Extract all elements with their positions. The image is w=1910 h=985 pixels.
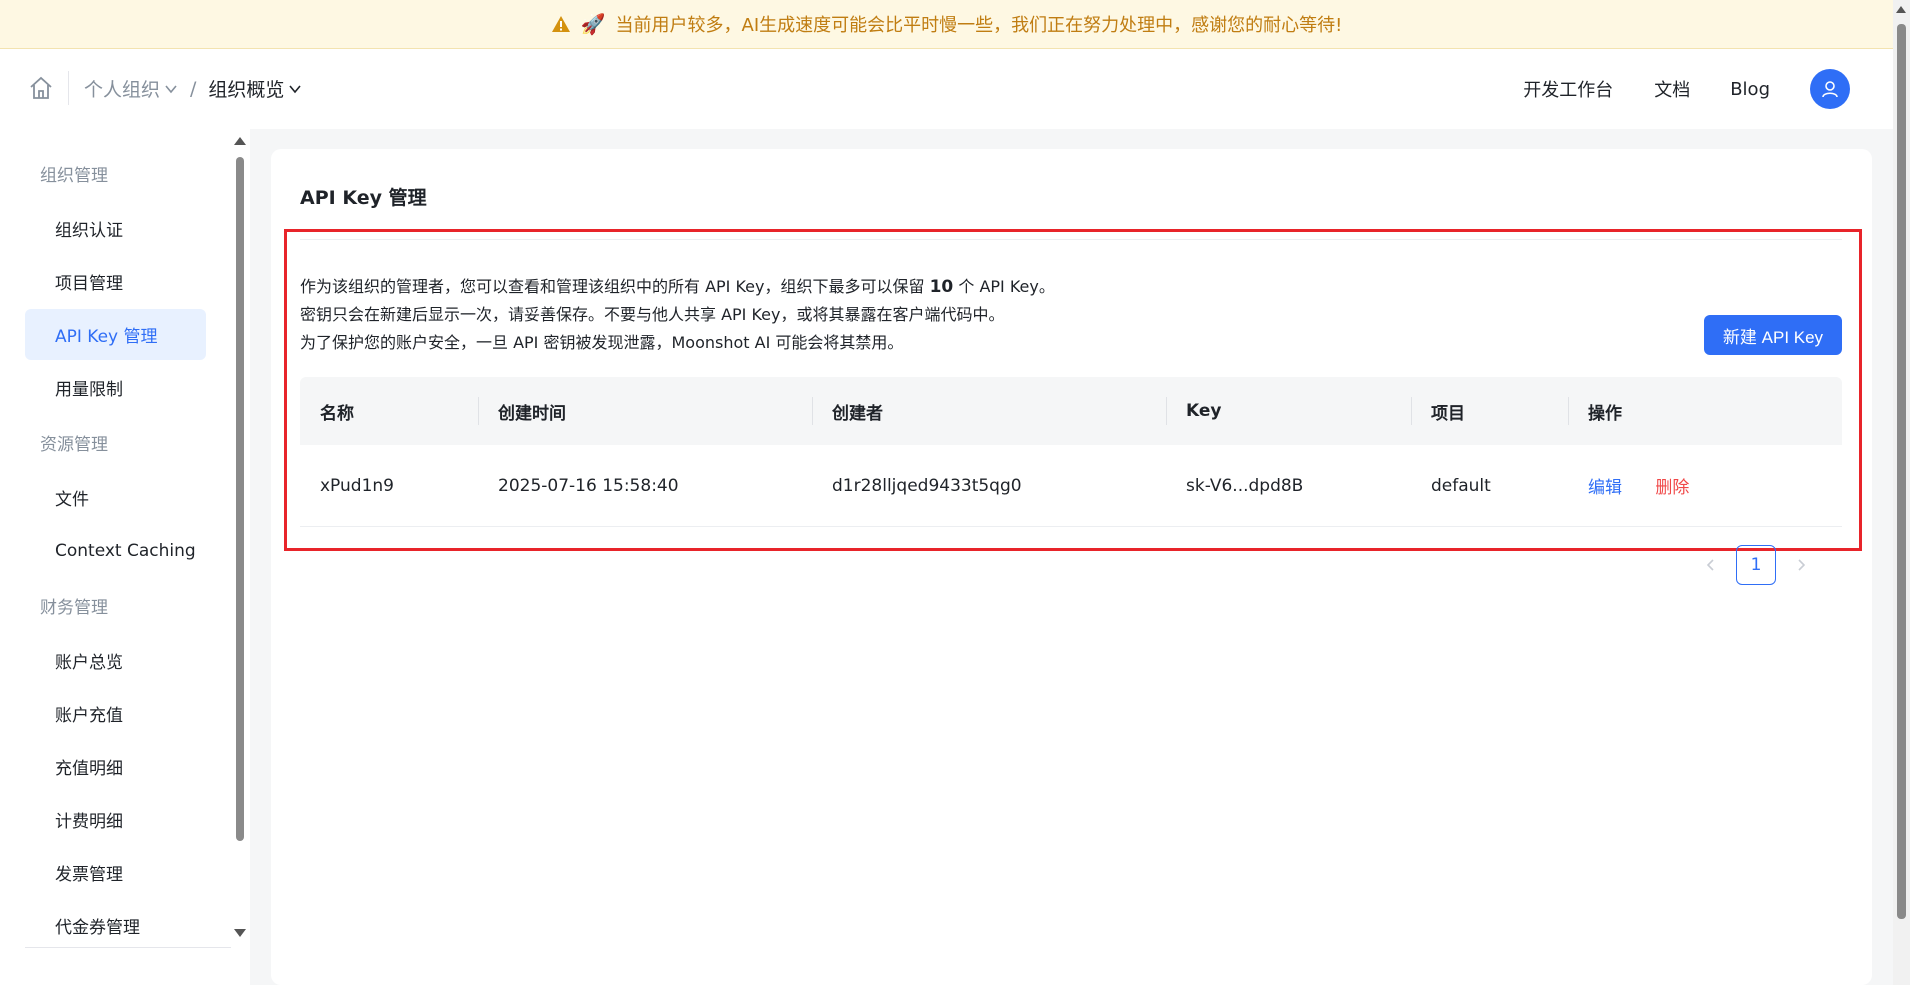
column-header-created: 创建时间 bbox=[478, 377, 812, 445]
sidebar: 组织管理 组织认证 项目管理 API Key 管理 用量限制 资源管理 文件 C… bbox=[0, 129, 250, 985]
breadcrumb: 个人组织 / 组织概览 bbox=[84, 75, 302, 102]
cell-created: 2025-07-16 15:58:40 bbox=[498, 475, 679, 496]
table-header: 名称 创建时间 创建者 Key 项目 操作 bbox=[300, 377, 1842, 445]
home-icon[interactable] bbox=[28, 75, 54, 101]
sidebar-item-invoices[interactable]: 发票管理 bbox=[25, 847, 206, 898]
api-key-table: 名称 创建时间 创建者 Key 项目 操作 xPud1n9 2025-07-16… bbox=[300, 377, 1842, 527]
nav-dev-workbench[interactable]: 开发工作台 bbox=[1523, 76, 1613, 102]
page-number-current[interactable]: 1 bbox=[1736, 545, 1776, 585]
new-api-key-button[interactable]: 新建 API Key bbox=[1704, 315, 1842, 355]
api-key-notice: 作为该组织的管理者，您可以查看和管理该组织中的所有 API Key，组织下最多可… bbox=[300, 273, 1055, 357]
notice-line-3: 为了保护您的账户安全，一旦 API 密钥被发现泄露，Moonshot AI 可能… bbox=[300, 333, 904, 352]
sidebar-scrollbar[interactable] bbox=[231, 129, 249, 949]
cell-creator: d1r28lljqed9433t5qg0 bbox=[832, 475, 1022, 496]
scroll-up-arrow-icon[interactable] bbox=[234, 137, 246, 145]
column-header-key: Key bbox=[1166, 377, 1411, 445]
cell-actions: 编辑 删除 bbox=[1568, 473, 1842, 498]
nav-docs[interactable]: 文档 bbox=[1654, 76, 1690, 102]
top-header: 个人组织 / 组织概览 开发工作台 文档 Blog bbox=[0, 49, 1893, 129]
api-key-card: API Key 管理 作为该组织的管理者，您可以查看和管理该组织中的所有 API… bbox=[271, 149, 1872, 985]
breadcrumb-org-dropdown[interactable]: 个人组织 bbox=[84, 75, 178, 102]
banner-text: 当前用户较多，AI生成速度可能会比平时慢一些，我们正在努力处理中，感谢您的耐心等… bbox=[615, 15, 1343, 36]
delete-link[interactable]: 删除 bbox=[1655, 478, 1689, 498]
scroll-up-arrow-icon[interactable] bbox=[1896, 6, 1906, 13]
scroll-down-arrow-icon[interactable] bbox=[234, 929, 246, 937]
sidebar-item-context-caching[interactable]: Context Caching bbox=[25, 525, 206, 576]
nav-blog[interactable]: Blog bbox=[1730, 79, 1770, 100]
breadcrumb-page-label: 组织概览 bbox=[208, 79, 285, 101]
sidebar-item-api-keys[interactable]: API Key 管理 bbox=[25, 309, 206, 360]
column-header-actions: 操作 bbox=[1568, 377, 1842, 445]
sidebar-group-resources: 资源管理 bbox=[40, 435, 108, 455]
sidebar-divider bbox=[25, 947, 231, 948]
column-header-name: 名称 bbox=[320, 403, 354, 424]
chevron-down-icon bbox=[165, 84, 177, 93]
sidebar-item-account-overview[interactable]: 账户总览 bbox=[25, 635, 206, 686]
user-icon bbox=[1822, 81, 1838, 98]
sidebar-item-org-verify[interactable]: 组织认证 bbox=[25, 203, 206, 254]
sidebar-item-recharge-details[interactable]: 充值明细 bbox=[25, 741, 206, 792]
sidebar-item-usage-limits[interactable]: 用量限制 bbox=[25, 362, 206, 413]
header-nav: 开发工作台 文档 Blog bbox=[1523, 49, 1893, 129]
notice-line-1-pre: 作为该组织的管理者，您可以查看和管理该组织中的所有 API Key，组织下最多可… bbox=[300, 277, 930, 296]
notice-line-1: 作为该组织的管理者，您可以查看和管理该组织中的所有 API Key，组织下最多可… bbox=[300, 273, 1055, 301]
table-row: xPud1n9 2025-07-16 15:58:40 d1r28lljqed9… bbox=[300, 445, 1842, 527]
pagination: 1 bbox=[1704, 545, 1808, 585]
sidebar-group-org: 组织管理 bbox=[40, 166, 108, 186]
sidebar-item-projects[interactable]: 项目管理 bbox=[25, 256, 206, 307]
notice-line-2: 密钥只会在新建后显示一次，请妥善保存。不要与他人共享 API Key，或将其暴露… bbox=[300, 305, 1005, 324]
breadcrumb-org-label: 个人组织 bbox=[84, 79, 161, 101]
warning-icon bbox=[551, 16, 570, 32]
chevron-down-icon bbox=[289, 84, 302, 93]
notice-max-keys: 10 bbox=[929, 277, 954, 297]
sidebar-item-vouchers[interactable]: 代金券管理 bbox=[25, 900, 206, 951]
sidebar-item-billing-details[interactable]: 计费明细 bbox=[25, 794, 206, 845]
edit-link[interactable]: 编辑 bbox=[1588, 478, 1622, 498]
card-divider bbox=[300, 239, 1842, 240]
breadcrumb-separator: / bbox=[190, 77, 197, 100]
breadcrumb-page-dropdown[interactable]: 组织概览 bbox=[208, 75, 302, 102]
rocket-icon: 🚀 bbox=[580, 12, 606, 36]
sidebar-scroll-thumb[interactable] bbox=[236, 157, 244, 841]
column-header-creator: 创建者 bbox=[812, 377, 1166, 445]
prev-page-icon[interactable] bbox=[1704, 558, 1718, 572]
sidebar-item-recharge[interactable]: 账户充值 bbox=[25, 688, 206, 739]
next-page-icon[interactable] bbox=[1794, 558, 1808, 572]
notice-line-1-post: 个 API Key。 bbox=[953, 277, 1055, 296]
cell-name: xPud1n9 bbox=[320, 475, 394, 496]
page-scrollbar[interactable] bbox=[1893, 0, 1910, 985]
header-divider bbox=[68, 71, 69, 105]
sidebar-item-files[interactable]: 文件 bbox=[25, 472, 206, 523]
cell-key: sk-V6...dpd8B bbox=[1186, 475, 1304, 496]
announcement-banner: 🚀 当前用户较多，AI生成速度可能会比平时慢一些，我们正在努力处理中，感谢您的耐… bbox=[0, 0, 1893, 49]
cell-project: default bbox=[1431, 475, 1491, 496]
column-header-project: 项目 bbox=[1411, 377, 1568, 445]
sidebar-group-finance: 财务管理 bbox=[40, 598, 108, 618]
page-title: API Key 管理 bbox=[300, 187, 427, 209]
avatar[interactable] bbox=[1810, 69, 1850, 109]
page-scroll-thumb[interactable] bbox=[1897, 24, 1906, 919]
